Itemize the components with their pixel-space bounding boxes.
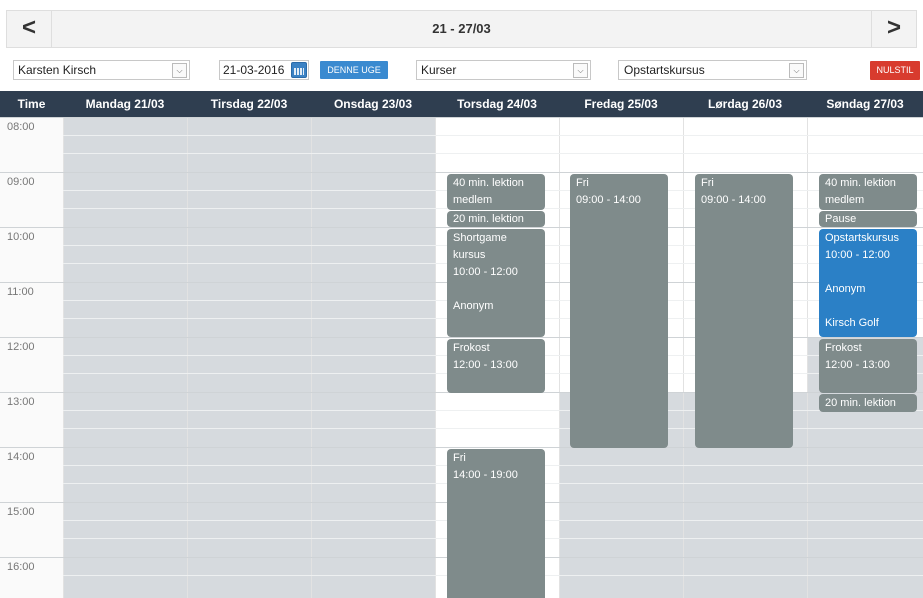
time-column: 08:00 09:00 10:00 11:00 12:00 13:00 14:0… — [0, 117, 63, 598]
time-column-header: Time — [17, 97, 46, 111]
event-course[interactable]: Shortgame kursus 10:00 - 12:00 Anonym — [447, 229, 545, 337]
event-lunch[interactable]: Frokost 12:00 - 13:00 — [447, 339, 545, 393]
this-week-button[interactable]: DENNE UGE — [320, 61, 388, 79]
calendar-header: Time Mandag 21/03 Tirsdag 22/03 Onsdag 2… — [0, 91, 923, 117]
event-line: 20 min. lektion — [453, 213, 524, 225]
event-selected-course[interactable]: Opstartskursus 10:00 - 12:00 Anonym Kirs… — [819, 229, 917, 337]
time-label: 09:00 — [7, 176, 35, 188]
previous-week-button[interactable]: < — [7, 11, 52, 47]
next-week-button[interactable]: > — [871, 11, 916, 47]
person-select[interactable]: Karsten Kirsch ⌵ — [13, 60, 190, 80]
event-line: 12:00 - 13:00 — [453, 359, 518, 371]
event-lesson[interactable]: 40 min. lektion medlem — [819, 174, 917, 210]
event-line: 20 min. lektion — [825, 397, 896, 409]
time-label: 14:00 — [7, 451, 35, 463]
event-line: Fri — [576, 177, 589, 189]
time-label: 13:00 — [7, 396, 35, 408]
event-line: Kirsch Golf — [825, 317, 879, 329]
chevron-down-icon: ⌵ — [172, 63, 187, 78]
event-line: 10:00 - 12:00 — [453, 266, 518, 278]
reset-button[interactable]: NULSTIL — [870, 61, 920, 80]
event-line: Fri — [453, 452, 466, 464]
course-select-value: Opstartskursus — [624, 63, 705, 77]
event-line: 09:00 - 14:00 — [701, 194, 766, 206]
event-line: kursus — [453, 249, 486, 261]
quarter-line — [63, 428, 923, 429]
quarter-line — [63, 153, 923, 154]
event-free[interactable]: Fri 09:00 - 14:00 — [695, 174, 793, 448]
time-label: 11:00 — [7, 286, 34, 298]
category-select-value: Kurser — [421, 63, 457, 77]
hour-line — [0, 117, 923, 118]
event-line: 12:00 - 13:00 — [825, 359, 890, 371]
filter-bar: Karsten Kirsch ⌵ 21-03-2016 DENNE UGE Ku… — [0, 60, 923, 82]
event-line: 40 min. lektion — [825, 177, 896, 189]
event-pause[interactable]: Pause — [819, 211, 917, 227]
time-label: 15:00 — [7, 506, 35, 518]
quarter-line — [63, 135, 923, 136]
day-header: Mandag 21/03 — [85, 97, 165, 111]
time-label: 12:00 — [7, 341, 35, 353]
time-label: 16:00 — [7, 561, 35, 573]
day-header: Tirsdag 22/03 — [210, 97, 288, 111]
event-line: Shortgame — [453, 232, 507, 244]
event-line: 10:00 - 12:00 — [825, 249, 890, 261]
event-line — [453, 281, 539, 298]
event-lesson[interactable]: 20 min. lektion — [819, 394, 917, 412]
event-lesson[interactable]: 20 min. lektion — [447, 211, 545, 227]
date-field[interactable]: 21-03-2016 — [219, 60, 309, 80]
course-select[interactable]: Opstartskursus ⌵ — [618, 60, 807, 80]
event-line: Anonym — [453, 300, 494, 312]
week-range-title: 21 - 27/03 — [432, 21, 491, 36]
person-select-value: Karsten Kirsch — [18, 63, 97, 77]
day-header: Onsdag 23/03 — [333, 97, 413, 111]
calendar-icon[interactable] — [291, 62, 307, 78]
day-header: Torsdag 24/03 — [457, 97, 537, 111]
week-navigator: < 21 - 27/03 > — [6, 10, 917, 48]
event-line: medlem — [453, 194, 493, 206]
category-select[interactable]: Kurser ⌵ — [416, 60, 591, 80]
day-header: Søndag 27/03 — [826, 97, 904, 111]
event-line — [825, 298, 911, 315]
event-lunch[interactable]: Frokost 12:00 - 13:00 — [819, 339, 917, 393]
event-free[interactable]: Fri 09:00 - 14:00 — [570, 174, 668, 448]
event-line — [825, 264, 911, 281]
event-line: Pause — [825, 213, 857, 225]
day-header: Fredag 25/03 — [584, 97, 658, 111]
event-line: 14:00 - 19:00 — [453, 469, 518, 481]
quarter-line — [63, 410, 923, 411]
event-line: 09:00 - 14:00 — [576, 194, 641, 206]
event-line: 40 min. lektion — [453, 177, 524, 189]
time-label: 08:00 — [7, 121, 35, 133]
date-value: 21-03-2016 — [223, 63, 285, 77]
event-line: medlem — [825, 194, 865, 206]
calendar-grid: 08:00 09:00 10:00 11:00 12:00 13:00 14:0… — [0, 117, 923, 598]
event-free[interactable]: Fri 14:00 - 19:00 — [447, 449, 545, 598]
event-line: Anonym — [825, 283, 866, 295]
time-label: 10:00 — [7, 231, 35, 243]
chevron-down-icon: ⌵ — [789, 63, 804, 78]
event-line: Fri — [701, 177, 714, 189]
event-line: Opstartskursus — [825, 232, 899, 244]
day-header: Lørdag 26/03 — [707, 97, 783, 111]
event-lesson[interactable]: 40 min. lektion medlem — [447, 174, 545, 210]
chevron-down-icon: ⌵ — [573, 63, 588, 78]
event-line: Frokost — [825, 342, 862, 354]
hour-line — [0, 172, 923, 173]
event-line: Frokost — [453, 342, 490, 354]
